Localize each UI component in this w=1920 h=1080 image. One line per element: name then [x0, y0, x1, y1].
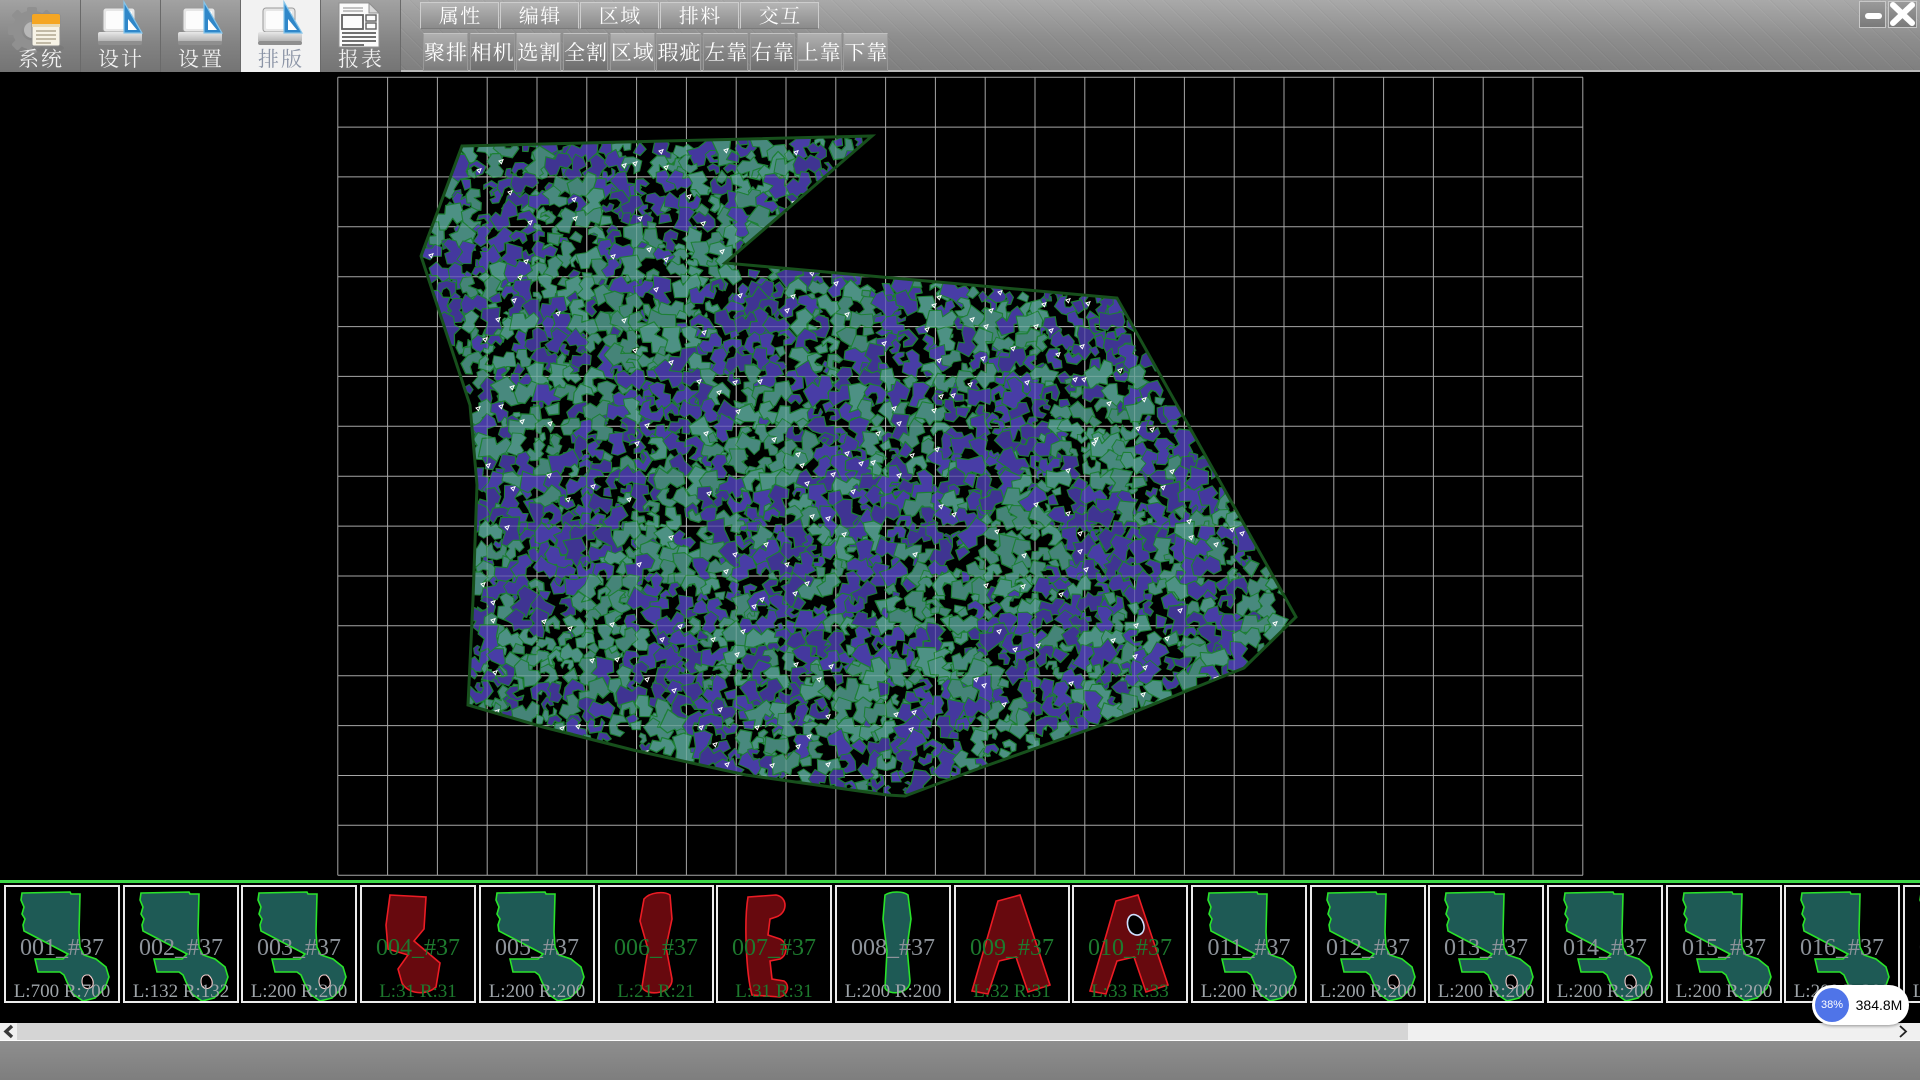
svg-text:014_#37: 014_#37	[1563, 935, 1647, 961]
svg-text:L:200 R:200: L:200 R:200	[1438, 981, 1535, 1001]
svg-text:003_#37: 003_#37	[257, 935, 341, 961]
svg-text:007_#37: 007_#37	[732, 935, 816, 961]
svg-text:L:200 R:200: L:200 R:200	[1676, 981, 1773, 1001]
svg-text:L:31 R:31: L:31 R:31	[379, 981, 457, 1001]
svg-text:001_#37: 001_#37	[20, 935, 104, 961]
svg-text:L:200 R:200: L:200 R:200	[1557, 981, 1654, 1001]
svg-text:012_#37: 012_#37	[1326, 935, 1410, 961]
svg-text:009_#37: 009_#37	[970, 935, 1054, 961]
svg-text:L:21 R:21: L:21 R:21	[617, 981, 695, 1001]
svg-text:L:31 R:31: L:31 R:31	[735, 981, 813, 1001]
svg-text:L:200 R:200: L:200 R:200	[1913, 981, 1920, 1001]
svg-text:L:132 R:132: L:132 R:132	[133, 981, 230, 1001]
svg-text:008_#37: 008_#37	[851, 935, 935, 961]
svg-text:L:33 R:33: L:33 R:33	[1091, 981, 1169, 1001]
svg-text:010_#37: 010_#37	[1088, 935, 1172, 961]
svg-text:L:200 R:200: L:200 R:200	[1201, 981, 1298, 1001]
svg-text:002_#37: 002_#37	[139, 935, 223, 961]
svg-text:L:32 R:31: L:32 R:31	[973, 981, 1051, 1001]
svg-text:006_#37: 006_#37	[614, 935, 698, 961]
svg-text:L:200 R:200: L:200 R:200	[845, 981, 942, 1001]
svg-text:013_#37: 013_#37	[1444, 935, 1528, 961]
svg-text:004_#37: 004_#37	[376, 935, 460, 961]
svg-text:L:200 R:200: L:200 R:200	[1320, 981, 1417, 1001]
svg-text:016_#37: 016_#37	[1800, 935, 1884, 961]
svg-text:015_#37: 015_#37	[1682, 935, 1766, 961]
svg-text:011_#37: 011_#37	[1207, 935, 1290, 961]
svg-text:005_#37: 005_#37	[495, 935, 579, 961]
svg-text:L:200 R:200: L:200 R:200	[489, 981, 586, 1001]
svg-text:L:700 R:700: L:700 R:700	[14, 981, 111, 1001]
svg-text:L:200 R:200: L:200 R:200	[251, 981, 348, 1001]
